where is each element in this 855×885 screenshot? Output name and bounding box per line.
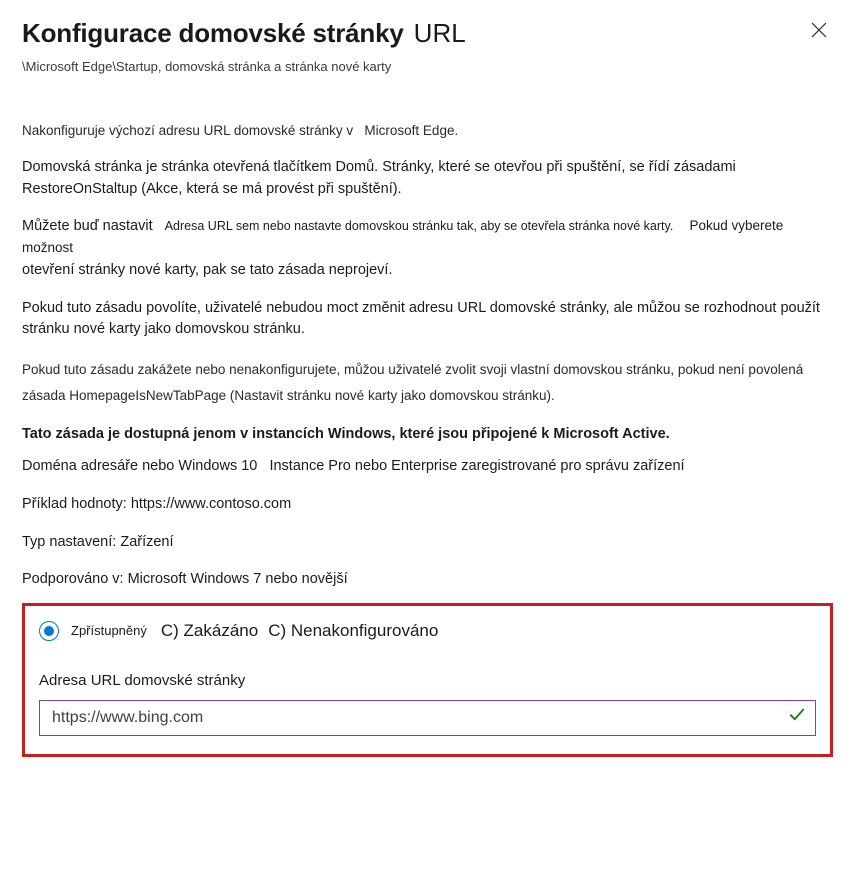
p3-b: stránku nové karty jako domovskou stránk… bbox=[22, 319, 833, 341]
breadcrumb: \Microsoft Edge\Startup, domovská stránk… bbox=[22, 57, 833, 77]
intro-text-b: Microsoft Edge. bbox=[364, 123, 458, 138]
homepage-url-input[interactable] bbox=[39, 700, 816, 736]
paragraph-1: Domovská stránka je stránka otevřená tla… bbox=[22, 157, 833, 201]
p2-d: otevření stránky nové karty, pak se tato… bbox=[22, 260, 833, 282]
url-field-label: Adresa URL domovské stránky bbox=[39, 670, 816, 693]
paragraph-5: Tato zásada je dostupná jenom v instancí… bbox=[22, 424, 833, 478]
radio-notconfigured-label[interactable]: C) Nenakonfigurováno bbox=[268, 618, 438, 644]
dialog-title: Konfigurace domovské stránky bbox=[22, 18, 404, 48]
paragraph-2: Můžete buď nastavit Adresa URL sem nebo … bbox=[22, 216, 833, 281]
close-button[interactable] bbox=[807, 18, 831, 42]
radio-enabled[interactable] bbox=[39, 621, 59, 641]
p2-b: Adresa URL sem nebo nastavte domovskou s… bbox=[165, 219, 674, 233]
dialog-title-tail: URL bbox=[414, 18, 466, 48]
radio-group: Zpřístupněný C) Zakázáno C) Nenakonfigur… bbox=[39, 618, 816, 644]
p5-b: Doména adresáře nebo Windows 10 bbox=[22, 458, 257, 474]
intro-line: Nakonfiguruje výchozí adresu URL domovsk… bbox=[22, 121, 833, 141]
config-section: Zpřístupněný C) Zakázáno C) Nenakonfigur… bbox=[22, 603, 833, 757]
paragraph-3: Pokud tuto zásadu povolíte, uživatelé ne… bbox=[22, 298, 833, 342]
p5-a: Tato zásada je dostupná jenom v instancí… bbox=[22, 424, 833, 446]
p5-c: Instance Pro nebo Enterprise zaregistrov… bbox=[269, 458, 684, 474]
close-icon bbox=[811, 22, 827, 38]
paragraph-4: Pokud tuto zásadu zakážete nebo nenakonf… bbox=[22, 357, 833, 408]
p2-a: Můžete buď nastavit bbox=[22, 218, 153, 234]
example-value: Příklad hodnoty: https://www.contoso.com bbox=[22, 494, 833, 516]
radio-dot-icon bbox=[44, 626, 54, 636]
intro-text-a: Nakonfiguruje výchozí adresu URL domovsk… bbox=[22, 123, 353, 138]
radio-disabled-label[interactable]: C) Zakázáno bbox=[161, 618, 258, 644]
radio-enabled-label: Zpřístupněný bbox=[71, 621, 147, 641]
supported-in: Podporováno v: Microsoft Windows 7 nebo … bbox=[22, 569, 833, 591]
setting-type: Typ nastavení: Zařízení bbox=[22, 532, 833, 554]
p3-a: Pokud tuto zásadu povolíte, uživatelé ne… bbox=[22, 298, 833, 320]
checkmark-icon bbox=[788, 705, 806, 731]
